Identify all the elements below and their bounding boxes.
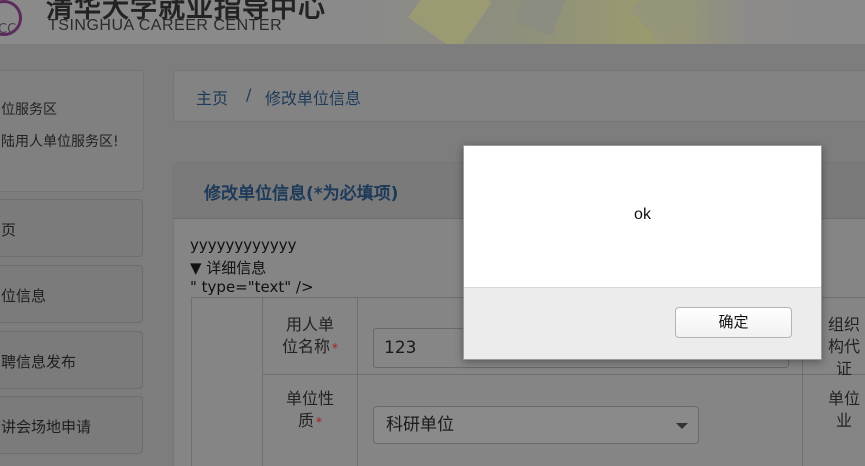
sidebar-item-job-posting[interactable]: 聘信息发布 bbox=[0, 331, 143, 389]
sidebar-welcome-box: 位服务区 陆用人单位服务区! bbox=[0, 70, 144, 192]
sidebar-item-company-info[interactable]: 位信息 bbox=[0, 265, 143, 323]
confirm-button[interactable]: 确定 bbox=[675, 307, 792, 338]
org-code-label: 组织 构代 证 bbox=[827, 315, 860, 378]
required-marker: * bbox=[316, 415, 322, 429]
sidebar-item-venue-application[interactable]: 讲会场地申请 bbox=[0, 396, 143, 454]
sidebar-welcome-text: 陆用人单位服务区! bbox=[1, 134, 119, 150]
required-marker: * bbox=[332, 341, 338, 355]
sidebar: 位服务区 陆用人单位服务区! 页 位信息 聘信息发布 讲会场地申请 bbox=[0, 44, 160, 466]
logo-abbreviation: CC bbox=[0, 22, 17, 37]
table-row-divider bbox=[262, 374, 865, 375]
dialog-body: ok bbox=[464, 146, 821, 287]
alert-dialog: ok 确定 bbox=[463, 145, 822, 360]
details-toggle[interactable]: ▼ 详细信息 bbox=[190, 257, 266, 278]
company-type-selected: 科研单位 bbox=[386, 415, 454, 435]
chevron-down-icon bbox=[676, 423, 688, 429]
panel-title: 修改单位信息(*为必填项) bbox=[204, 184, 399, 204]
dialog-message: ok bbox=[634, 206, 651, 223]
sidebar-item-label: 讲会场地申请 bbox=[1, 418, 92, 436]
sidebar-item-label: 聘信息发布 bbox=[1, 353, 77, 371]
raw-text-line: " type="text" /> bbox=[190, 278, 314, 296]
sidebar-item-home[interactable]: 页 bbox=[0, 199, 143, 257]
dialog-footer: 确定 bbox=[464, 287, 821, 359]
breadcrumb-home-link[interactable]: 主页 bbox=[196, 85, 228, 109]
table-divider bbox=[262, 298, 263, 466]
industry-label: 单位 业 bbox=[827, 389, 860, 430]
breadcrumb: 主页 / 修改单位信息 bbox=[173, 70, 865, 122]
sidebar-title: 位服务区 bbox=[1, 102, 57, 118]
sidebar-item-label: 页 bbox=[1, 221, 17, 239]
site-title-english[interactable]: TSINGHUA CAREER CENTER bbox=[48, 17, 282, 35]
company-type-label: 单位性 质 * bbox=[285, 389, 334, 430]
site-header: CC 清华大学就业指导中心 TSINGHUA CAREER CENTER bbox=[0, 0, 865, 44]
company-type-select[interactable]: 科研单位 bbox=[373, 406, 699, 444]
table-divider bbox=[357, 298, 358, 466]
sidebar-item-label: 位信息 bbox=[1, 287, 47, 305]
breadcrumb-separator: / bbox=[246, 85, 252, 104]
company-name-label: 用人单 位名称 * bbox=[281, 315, 338, 356]
breadcrumb-current: 修改单位信息 bbox=[265, 89, 362, 108]
raw-text-line: yyyyyyyyyyyy bbox=[190, 236, 297, 254]
